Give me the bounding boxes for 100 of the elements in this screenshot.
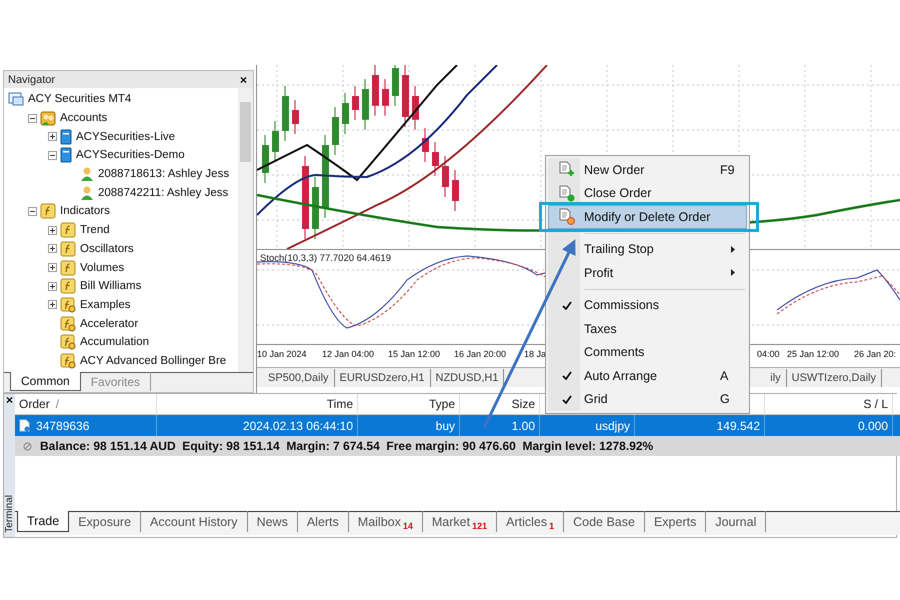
server-icon — [60, 147, 72, 164]
tree-item[interactable]: ACYSecurities-Live — [76, 130, 176, 143]
function-icon — [40, 203, 56, 220]
function-icon — [60, 334, 76, 350]
tree-item[interactable]: Accumulation — [80, 336, 150, 348]
windows-icon — [8, 92, 24, 106]
column-header[interactable]: Size — [512, 397, 536, 411]
candle — [442, 156, 449, 198]
expand-button[interactable] — [48, 132, 57, 142]
table-cell: 34789636 — [36, 418, 90, 432]
column-header[interactable]: Order — [19, 397, 50, 411]
menu-item[interactable]: Grid G — [548, 388, 747, 411]
menu-item[interactable]: Trailing Stop — [548, 238, 747, 261]
menu-item[interactable]: Close Order — [548, 182, 747, 205]
function-icon — [60, 260, 76, 276]
column-header[interactable]: S / L — [863, 397, 888, 411]
expand-button[interactable] — [48, 300, 57, 310]
expand-button[interactable] — [48, 263, 57, 272]
terminal-tab[interactable]: Code Base — [564, 511, 645, 532]
tree-item[interactable]: 2088718613: Ashley Jess — [98, 168, 230, 180]
menu-item[interactable]: Taxes — [548, 317, 747, 340]
candle — [412, 86, 419, 130]
plus-icon — [49, 133, 56, 140]
chart-tab[interactable]: SP500,Daily — [263, 369, 335, 387]
close-button[interactable]: × — [4, 394, 16, 406]
sort-mark: / — [56, 397, 60, 411]
users-icon — [40, 110, 56, 126]
axis-label: 26 Jan 20: — [854, 349, 896, 359]
function-icon — [60, 296, 76, 313]
candle — [352, 86, 359, 120]
table-cell: 0.000 — [858, 418, 888, 432]
terminal-tab[interactable]: Alerts — [298, 511, 349, 532]
tree-item[interactable]: Trend — [80, 224, 110, 236]
document-icon — [19, 419, 30, 432]
scrollbar[interactable] — [238, 88, 253, 372]
candle — [312, 176, 319, 240]
menu-item[interactable]: New Order F9 — [548, 158, 747, 182]
tree-item[interactable]: Accounts — [60, 112, 108, 124]
tree-item[interactable]: Oscillators — [80, 242, 134, 255]
tree-item[interactable]: ACY Advanced Bollinger Bre — [80, 354, 226, 367]
chart-tab[interactable]: NZDUSD,H1 — [430, 369, 504, 387]
terminal-tab[interactable]: Account History — [141, 511, 248, 532]
candle — [432, 142, 439, 176]
expand-button[interactable] — [48, 226, 57, 235]
tree-item[interactable]: Indicators — [60, 205, 110, 218]
close-button[interactable]: × — [238, 74, 249, 86]
document-plus-icon — [558, 161, 575, 178]
panel-title: Terminal — [4, 495, 15, 533]
collapse-button[interactable] — [48, 150, 57, 160]
table-cell: 149.542 — [716, 418, 760, 432]
candle — [422, 128, 429, 162]
axis-label: 25 Jan 12:00 — [787, 349, 840, 359]
server-icon — [60, 128, 72, 145]
indicator-label: Stoch(10,3,3) 77.7020 64.4619 — [260, 253, 391, 264]
expand-button[interactable] — [48, 244, 57, 254]
function-icon — [60, 222, 76, 238]
terminal-tab[interactable]: Trade — [17, 511, 70, 532]
tree-item[interactable]: Accelerator — [80, 318, 138, 330]
terminal-tab[interactable]: News — [248, 511, 298, 532]
chart-tab[interactable]: EURUSDzero,H1 — [334, 369, 431, 387]
function-icon — [60, 316, 76, 332]
menu-item[interactable]: Profit — [548, 261, 747, 284]
candle — [452, 170, 459, 212]
chart-tab[interactable]: ily — [765, 369, 787, 387]
tree-item[interactable]: 2088742211: Ashley Jess — [98, 186, 228, 199]
column-header[interactable]: Time — [326, 397, 354, 411]
menu-item[interactable]: Auto Arrange A — [548, 364, 747, 388]
terminal-tab[interactable]: Journal — [706, 511, 766, 532]
tree-item[interactable]: Bill Williams — [80, 280, 142, 292]
tree-item[interactable]: Volumes — [80, 262, 124, 274]
table-cell: 1.00 — [512, 418, 536, 432]
tree-item[interactable]: Examples — [80, 298, 130, 311]
function-icon — [60, 278, 76, 294]
column-header[interactable]: Type — [429, 397, 456, 411]
chart-tab[interactable]: USWTIzero,Daily — [786, 369, 882, 387]
menu-item[interactable]: Modify or Delete Order — [548, 205, 747, 228]
axis-label: 10 Jan 2024 — [257, 349, 307, 359]
candle — [372, 65, 379, 116]
candle — [382, 78, 389, 116]
tree-item[interactable]: ACY Securities MT4 — [28, 93, 132, 106]
candle — [332, 106, 339, 156]
collapse-button[interactable] — [28, 114, 37, 123]
table-cell: buy — [436, 418, 456, 432]
expand-button[interactable] — [48, 282, 57, 291]
order-row[interactable]: 34789636 2024.02.13 06:44:10 buy 1.00 usdjpy 149.542 0.000 — [15, 415, 900, 436]
table-cell: usdjpy — [595, 418, 630, 432]
candle — [402, 65, 409, 128]
menu-item[interactable]: Comments — [548, 340, 747, 364]
axis-label: 15 Jan 12:00 — [388, 349, 440, 359]
tree-item[interactable]: ACYSecurities-Demo — [76, 149, 185, 162]
collapse-button[interactable] — [28, 206, 37, 216]
account-summary: Balance: 98 151.14 AUD Equity: 98 151.14 Margin: 7 674.54 Free margin: 90 476.60 Margin level: 1278.92% — [40, 439, 654, 453]
terminal-tab[interactable]: Experts — [644, 511, 706, 532]
panel-tab[interactable]: Common — [10, 372, 81, 391]
terminal-tab[interactable]: Exposure — [69, 511, 142, 532]
candle — [292, 100, 299, 134]
menu-item[interactable]: Commissions — [548, 294, 747, 317]
user-icon — [80, 184, 94, 201]
candle — [282, 86, 289, 142]
plus-icon — [49, 282, 56, 290]
